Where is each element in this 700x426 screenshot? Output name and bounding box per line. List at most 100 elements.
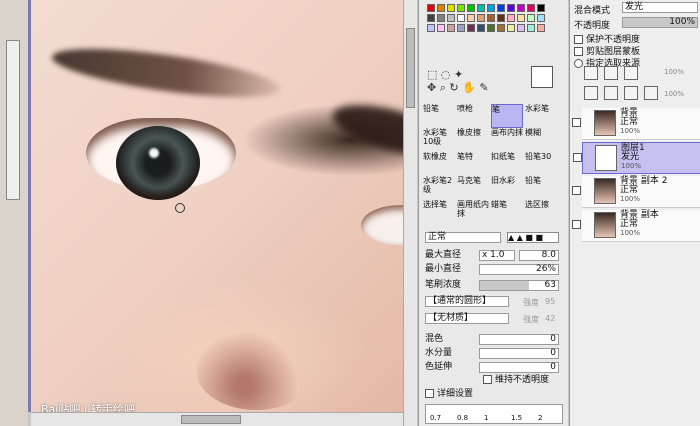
palette-swatch[interactable] <box>517 24 525 32</box>
brush-size-presets[interactable]: 0.7 0.8 1 1.5 2 <box>425 404 563 424</box>
brush-tool[interactable]: 铅笔 <box>423 104 455 128</box>
visibility-checkbox[interactable] <box>573 153 582 162</box>
palette-swatch[interactable] <box>467 4 475 12</box>
palette-swatch[interactable] <box>427 14 435 22</box>
palette-swatch[interactable] <box>517 4 525 12</box>
blend-mode-select[interactable]: 正常 <box>425 232 501 243</box>
brush-tool[interactable]: 水彩笔2级 <box>423 176 455 200</box>
texture-intensity-value[interactable]: 42 <box>545 314 555 323</box>
palette-swatch[interactable] <box>477 14 485 22</box>
navigator-scrollbar[interactable] <box>6 40 20 200</box>
min-diameter-slider[interactable]: 26% <box>479 264 559 275</box>
size-preset[interactable]: 0.8 <box>457 414 468 422</box>
size-preset[interactable]: 0.7 <box>430 414 441 422</box>
texture-select[interactable]: 【无材质】 <box>425 313 509 324</box>
brush-shape-select[interactable]: 【通常的圆形】 <box>425 296 509 307</box>
delete-layer-icon[interactable] <box>644 86 658 100</box>
brush-tool[interactable]: 选区擦 <box>525 200 557 224</box>
palette-swatch[interactable] <box>447 4 455 12</box>
palette-swatch[interactable] <box>447 14 455 22</box>
layer-row[interactable]: 背景 副本 正常 100% <box>572 210 700 242</box>
size-preset[interactable]: 1 <box>484 414 488 422</box>
brush-tool[interactable]: 旧水彩 <box>491 176 523 200</box>
brush-tool[interactable]: 画布内抹 <box>491 128 523 152</box>
foreground-color[interactable] <box>531 66 553 88</box>
palette-swatch[interactable] <box>437 14 445 22</box>
magic-wand-icon[interactable]: ✦ <box>454 68 463 81</box>
new-folder-icon[interactable] <box>624 66 638 80</box>
water-slider[interactable]: 0 <box>479 348 559 359</box>
color-palette[interactable] <box>427 4 547 62</box>
brush-tool[interactable]: 画用纸内抹 <box>457 200 489 224</box>
palette-swatch[interactable] <box>427 24 435 32</box>
visibility-checkbox[interactable] <box>572 118 581 127</box>
size-preset[interactable]: 2 <box>538 414 542 422</box>
extend-slider[interactable]: 0 <box>479 362 559 373</box>
checkbox[interactable] <box>574 47 583 56</box>
palette-swatch[interactable] <box>507 14 515 22</box>
checkbox[interactable] <box>483 375 492 384</box>
palette-swatch[interactable] <box>487 14 495 22</box>
brush-tool[interactable]: 软橡皮 <box>423 152 455 176</box>
checkbox[interactable] <box>574 35 583 44</box>
palette-swatch[interactable] <box>437 4 445 12</box>
checkbox[interactable] <box>425 389 434 398</box>
palette-swatch[interactable] <box>467 14 475 22</box>
brush-tool[interactable]: 橡皮擦 <box>457 128 489 152</box>
palette-swatch[interactable] <box>497 24 505 32</box>
new-linework-layer-icon[interactable] <box>604 66 618 80</box>
brush-tool[interactable]: 喷枪 <box>457 104 489 128</box>
palette-swatch[interactable] <box>507 24 515 32</box>
max-diameter-multiplier[interactable]: x 1.0 <box>479 250 515 261</box>
palette-swatch[interactable] <box>527 4 535 12</box>
lasso-icon[interactable]: ◌ <box>441 68 451 81</box>
move-icon[interactable]: ✥ <box>427 81 436 94</box>
brush-tool[interactable]: 水彩笔 <box>525 104 557 128</box>
palette-swatch[interactable] <box>457 4 465 12</box>
brush-tool[interactable]: 铅笔 <box>525 176 557 200</box>
palette-swatch[interactable] <box>477 4 485 12</box>
palette-swatch[interactable] <box>537 4 545 12</box>
drawing-canvas[interactable]: Bai贴吧 | 转手绘吧 <box>28 0 403 412</box>
rotate-icon[interactable]: ↻ <box>449 81 458 94</box>
clear-layer-icon[interactable] <box>624 86 638 100</box>
palette-swatch[interactable] <box>537 14 545 22</box>
palette-swatch[interactable] <box>487 24 495 32</box>
layer-blend-mode-select[interactable]: 发光 <box>622 2 698 13</box>
new-layer-icon[interactable] <box>584 66 598 80</box>
palette-swatch[interactable] <box>537 24 545 32</box>
brush-tool[interactable]: 笔特 <box>457 152 489 176</box>
palette-swatch[interactable] <box>427 4 435 12</box>
brush-tool[interactable]: 笔 <box>491 104 523 128</box>
brush-tool[interactable]: 模糊 <box>525 128 557 152</box>
max-diameter-value[interactable]: 8.0 <box>519 250 559 261</box>
visibility-checkbox[interactable] <box>572 220 581 229</box>
canvas-horizontal-scrollbar[interactable] <box>31 412 403 426</box>
palette-swatch[interactable] <box>437 24 445 32</box>
size-preset[interactable]: 1.5 <box>511 414 522 422</box>
canvas-vertical-scrollbar[interactable] <box>403 0 417 426</box>
layer-row[interactable]: 背景 副本 2 正常 100% <box>572 176 700 208</box>
layer-opacity-slider[interactable]: 100% <box>622 17 698 28</box>
eyedropper-icon[interactable]: ✎ <box>479 81 488 94</box>
palette-swatch[interactable] <box>457 14 465 22</box>
merge-down-icon[interactable] <box>604 86 618 100</box>
palette-swatch[interactable] <box>527 24 535 32</box>
brush-tool[interactable]: 水彩笔10级 <box>423 128 455 152</box>
keep-opacity-checkbox[interactable]: 维持不透明度 <box>483 375 549 386</box>
brush-tool[interactable]: 蜡笔 <box>491 200 523 224</box>
zoom-icon[interactable]: ⌕ <box>440 81 446 94</box>
palette-swatch[interactable] <box>517 14 525 22</box>
selection-tools[interactable]: ⬚ ◌ ✦ ✥ ⌕ ↻ ✋ ✎ <box>427 68 497 96</box>
layer-row[interactable]: 背景 正常 100% <box>572 108 700 140</box>
palette-swatch[interactable] <box>477 24 485 32</box>
palette-swatch[interactable] <box>457 24 465 32</box>
palette-swatch[interactable] <box>487 4 495 12</box>
scroll-thumb[interactable] <box>406 28 415 108</box>
radio[interactable] <box>574 59 583 68</box>
palette-swatch[interactable] <box>527 14 535 22</box>
palette-swatch[interactable] <box>497 4 505 12</box>
brush-tool[interactable]: 扣纸笔 <box>491 152 523 176</box>
hand-icon[interactable]: ✋ <box>462 81 476 94</box>
palette-swatch[interactable] <box>447 24 455 32</box>
